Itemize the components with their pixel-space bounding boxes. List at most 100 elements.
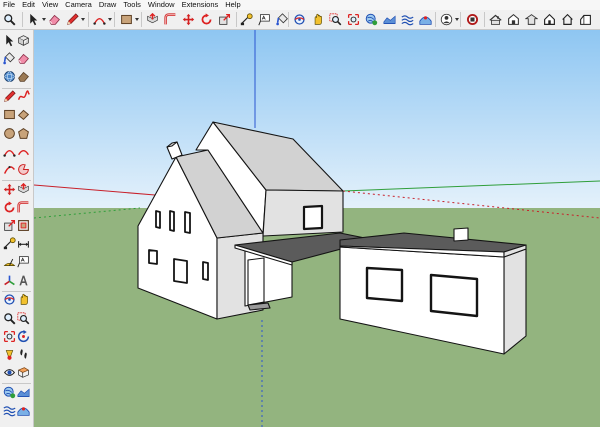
zoom-window-icon[interactable] — [329, 13, 342, 26]
arc-icon[interactable] — [93, 13, 106, 26]
rotate-icon[interactable] — [200, 13, 213, 26]
add-location-icon[interactable] — [3, 386, 16, 399]
house-right-icon[interactable] — [579, 13, 592, 26]
house-outline-icon[interactable] — [561, 13, 574, 26]
follow-me-icon[interactable] — [164, 13, 177, 26]
select-arrow-icon[interactable] — [27, 13, 40, 26]
smoove-icon[interactable] — [419, 13, 432, 26]
chevron-down-icon[interactable] — [135, 18, 139, 21]
zoom-extents-icon[interactable] — [347, 13, 360, 26]
zoom-extents-icon[interactable] — [3, 330, 16, 343]
sandbox-from-scratch-icon[interactable] — [3, 404, 16, 417]
sandbox-from-scratch-icon[interactable] — [401, 13, 414, 26]
text-label-icon[interactable] — [17, 255, 30, 268]
chevron-down-icon[interactable] — [42, 18, 46, 21]
menu-extensions[interactable]: Extensions — [179, 0, 223, 10]
move-icon[interactable] — [182, 13, 195, 26]
toolbar-separator — [2, 290, 31, 292]
two-point-arc-icon[interactable] — [17, 145, 30, 158]
menu-camera[interactable]: Camera — [62, 0, 96, 10]
menu-window[interactable]: Window — [145, 0, 179, 10]
house-front-icon[interactable] — [543, 13, 556, 26]
sandbox-from-contours-icon[interactable] — [383, 13, 396, 26]
circle-icon[interactable] — [3, 127, 16, 140]
3d-text-icon[interactable] — [17, 274, 30, 287]
follow-me-icon[interactable] — [17, 201, 30, 214]
user-account-icon[interactable] — [440, 13, 453, 26]
select-arrow-icon[interactable] — [3, 34, 16, 47]
scale-icon[interactable] — [218, 13, 231, 26]
tape-measure-icon[interactable] — [3, 237, 16, 250]
rotated-rectangle-icon[interactable] — [17, 108, 30, 121]
smoove-icon[interactable] — [17, 404, 30, 417]
position-camera-icon[interactable] — [3, 348, 16, 361]
pencil-line-icon[interactable] — [3, 90, 16, 103]
menu-view[interactable]: View — [39, 0, 62, 10]
window-gable-1 — [155, 210, 161, 229]
chevron-down-icon[interactable] — [108, 18, 112, 21]
zoom-icon[interactable] — [3, 312, 16, 325]
window-ground-1 — [148, 249, 158, 265]
eraser-icon[interactable] — [48, 13, 61, 26]
protractor-icon[interactable] — [3, 255, 16, 268]
extension-warehouse-icon[interactable] — [489, 13, 502, 26]
axes-icon[interactable] — [3, 274, 16, 287]
tape-measure-icon[interactable] — [240, 13, 253, 26]
eraser-icon[interactable] — [17, 52, 30, 65]
sandbox-from-contours-icon[interactable] — [17, 386, 30, 399]
push-pull-icon[interactable] — [146, 13, 159, 26]
scale-icon[interactable] — [3, 219, 16, 232]
garage-chimney — [453, 227, 469, 242]
toolbar-separator — [2, 87, 31, 89]
pan-icon[interactable] — [17, 293, 30, 306]
toolbar-separator — [2, 180, 31, 182]
eraser-smooth-icon[interactable] — [17, 70, 30, 83]
menu-help[interactable]: Help — [222, 0, 244, 10]
chevron-down-icon[interactable] — [455, 18, 459, 21]
rotate-icon[interactable] — [3, 201, 16, 214]
section-plane-icon[interactable] — [17, 366, 30, 379]
polygon-icon[interactable] — [17, 127, 30, 140]
top-toolbar — [0, 10, 600, 30]
chevron-down-icon[interactable] — [81, 18, 85, 21]
arc-icon[interactable] — [3, 145, 16, 158]
offset-icon[interactable] — [17, 219, 30, 232]
push-pull-icon[interactable] — [17, 182, 30, 196]
model-scene[interactable] — [34, 30, 600, 427]
previous-view-icon[interactable] — [17, 329, 30, 343]
add-location-icon[interactable] — [365, 13, 378, 26]
pan-icon[interactable] — [311, 13, 324, 26]
zoom-icon[interactable] — [3, 13, 16, 26]
menu-file[interactable]: File — [0, 0, 19, 10]
dimension-icon[interactable] — [17, 237, 30, 250]
garage-window-right — [429, 273, 479, 318]
walk-icon[interactable] — [17, 348, 30, 361]
toolbar-separator — [88, 12, 89, 27]
pencil-line-icon[interactable] — [66, 13, 79, 26]
toolbar-separator — [2, 383, 31, 385]
pie-icon[interactable] — [17, 163, 30, 176]
paint-bucket-icon[interactable] — [3, 52, 16, 65]
three-point-arc-icon[interactable] — [3, 163, 16, 176]
text-label-icon[interactable] — [258, 13, 271, 26]
menu-draw[interactable]: Draw — [96, 0, 121, 10]
sphere-icon[interactable] — [3, 70, 16, 83]
orbit-icon[interactable] — [293, 13, 306, 26]
home-view-icon[interactable] — [507, 13, 520, 26]
rectangle-shape-icon[interactable] — [3, 108, 16, 121]
warehouse-icon[interactable] — [466, 13, 479, 26]
toolbar-separator — [288, 12, 289, 27]
freehand-icon[interactable] — [17, 90, 30, 103]
iso-view-icon[interactable] — [525, 13, 538, 26]
zoom-window-icon[interactable] — [17, 311, 30, 325]
move-icon[interactable] — [3, 183, 16, 196]
menu-tools[interactable]: Tools — [120, 0, 145, 10]
menu-edit[interactable]: Edit — [19, 0, 39, 10]
look-around-icon[interactable] — [3, 366, 16, 379]
3d-viewport[interactable] — [34, 30, 600, 427]
window-upper-side — [302, 204, 324, 231]
toolbar-separator — [460, 12, 461, 27]
rectangle-shape-icon[interactable] — [120, 13, 133, 26]
make-component-icon[interactable] — [17, 34, 30, 47]
orbit-icon[interactable] — [3, 293, 16, 306]
